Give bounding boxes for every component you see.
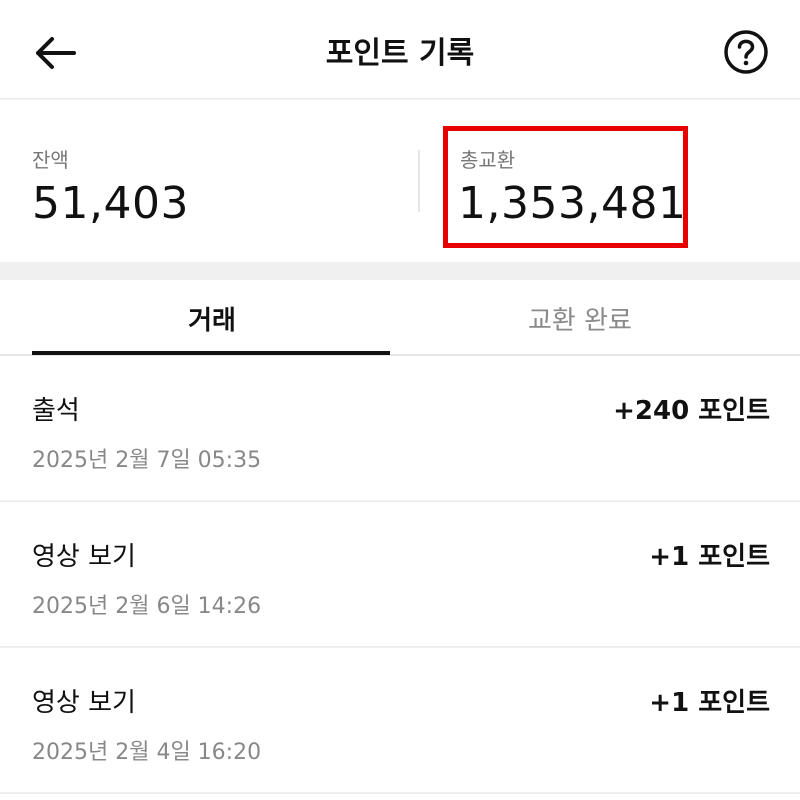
list-item[interactable]: 영상 보기 2025년 2월 4일 16:20 +1 포인트 <box>0 648 800 794</box>
summary-divider <box>418 150 420 212</box>
tab-bar: 거래 교환 완료 <box>0 280 800 356</box>
page-title: 포인트 기록 <box>325 36 475 71</box>
top-app-bar: 포인트 기록 <box>0 0 800 100</box>
transaction-points: +1 포인트 <box>649 542 770 572</box>
arrow-left-icon <box>36 37 76 69</box>
tab-transactions[interactable]: 거래 <box>32 280 392 356</box>
balance-label: 잔액 <box>32 148 69 172</box>
transaction-title: 영상 보기 <box>32 542 136 572</box>
question-circle-icon <box>724 30 768 74</box>
active-tab-indicator <box>32 351 390 355</box>
transaction-points: +1 포인트 <box>649 688 770 718</box>
transaction-points: +240 포인트 <box>613 396 770 426</box>
back-button[interactable] <box>32 30 78 76</box>
transaction-title: 영상 보기 <box>32 688 136 718</box>
transaction-date: 2025년 2월 6일 14:26 <box>32 594 262 619</box>
list-item[interactable]: 출석 2025년 2월 7일 05:35 +240 포인트 <box>0 356 800 502</box>
section-separator <box>0 262 800 280</box>
transaction-date: 2025년 2월 7일 05:35 <box>32 448 262 473</box>
list-item[interactable]: 영상 보기 2025년 2월 6일 14:26 +1 포인트 <box>0 502 800 648</box>
transaction-title: 출석 <box>32 396 80 426</box>
balance-value: 51,403 <box>32 178 189 229</box>
highlight-box <box>443 126 688 248</box>
tab-exchange-completed[interactable]: 교환 완료 <box>400 280 760 356</box>
help-button[interactable] <box>722 28 770 76</box>
transaction-date: 2025년 2월 4일 16:20 <box>32 740 262 765</box>
